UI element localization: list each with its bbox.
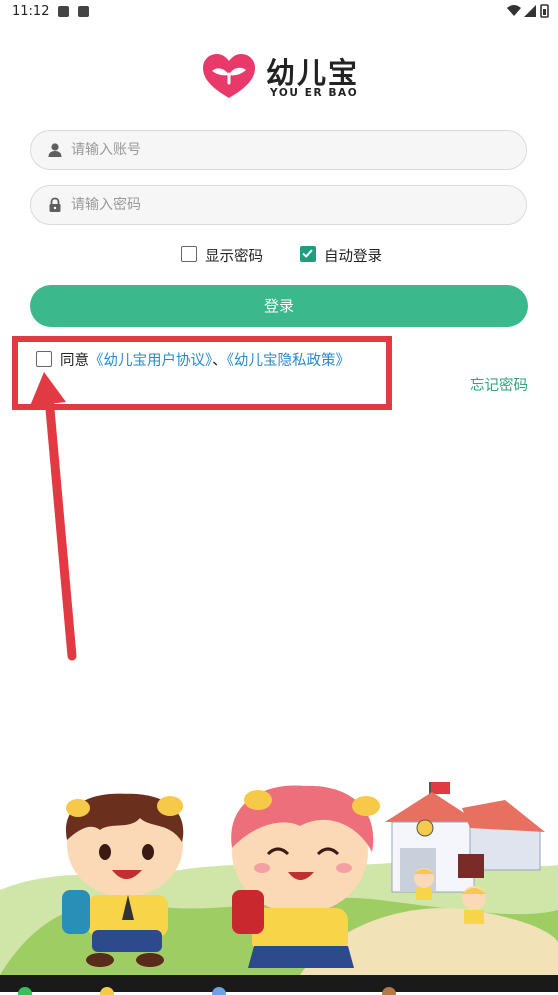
auto-login-option[interactable]: 自动登录: [300, 244, 400, 266]
kids-school-illustration: [0, 782, 558, 975]
show-password-label: 显示密码: [205, 249, 263, 265]
image-notification-icon: [58, 6, 69, 17]
status-time: 11:12: [12, 4, 50, 19]
checkmark-icon: [302, 249, 313, 258]
bottom-app-strip: [0, 975, 558, 995]
show-password-checkbox[interactable]: [181, 246, 197, 262]
auto-login-checkbox[interactable]: [300, 246, 316, 262]
app-title: 幼儿宝: [266, 56, 360, 90]
user-icon: [48, 143, 62, 157]
account-input[interactable]: [71, 131, 511, 169]
status-bar: 11:12: [0, 0, 558, 24]
app-subtitle: YOU ER BAO: [270, 87, 359, 99]
wifi-icon: [507, 5, 521, 16]
status-icons: [507, 4, 549, 18]
app-dock-icon[interactable]: [382, 987, 396, 995]
auto-login-label: 自动登录: [324, 249, 382, 265]
login-button[interactable]: 登录: [30, 285, 528, 327]
signal-icon: [524, 5, 536, 17]
app-notification-icon: [78, 6, 89, 17]
app-dock-icon[interactable]: [212, 987, 226, 995]
app-logo: 幼儿宝 YOU ER BAO: [200, 50, 370, 102]
app-dock-icon[interactable]: [18, 987, 32, 995]
show-password-option[interactable]: 显示密码: [181, 244, 281, 266]
password-input[interactable]: [71, 186, 511, 224]
annotation-highlight-box: [12, 336, 392, 410]
account-field[interactable]: [30, 130, 527, 170]
forgot-password-link[interactable]: 忘记密码: [470, 374, 528, 395]
lock-icon: [49, 197, 61, 212]
password-field[interactable]: [30, 185, 527, 225]
app-dock-icon[interactable]: [100, 987, 114, 995]
heart-sprout-logo-icon: [203, 54, 255, 98]
